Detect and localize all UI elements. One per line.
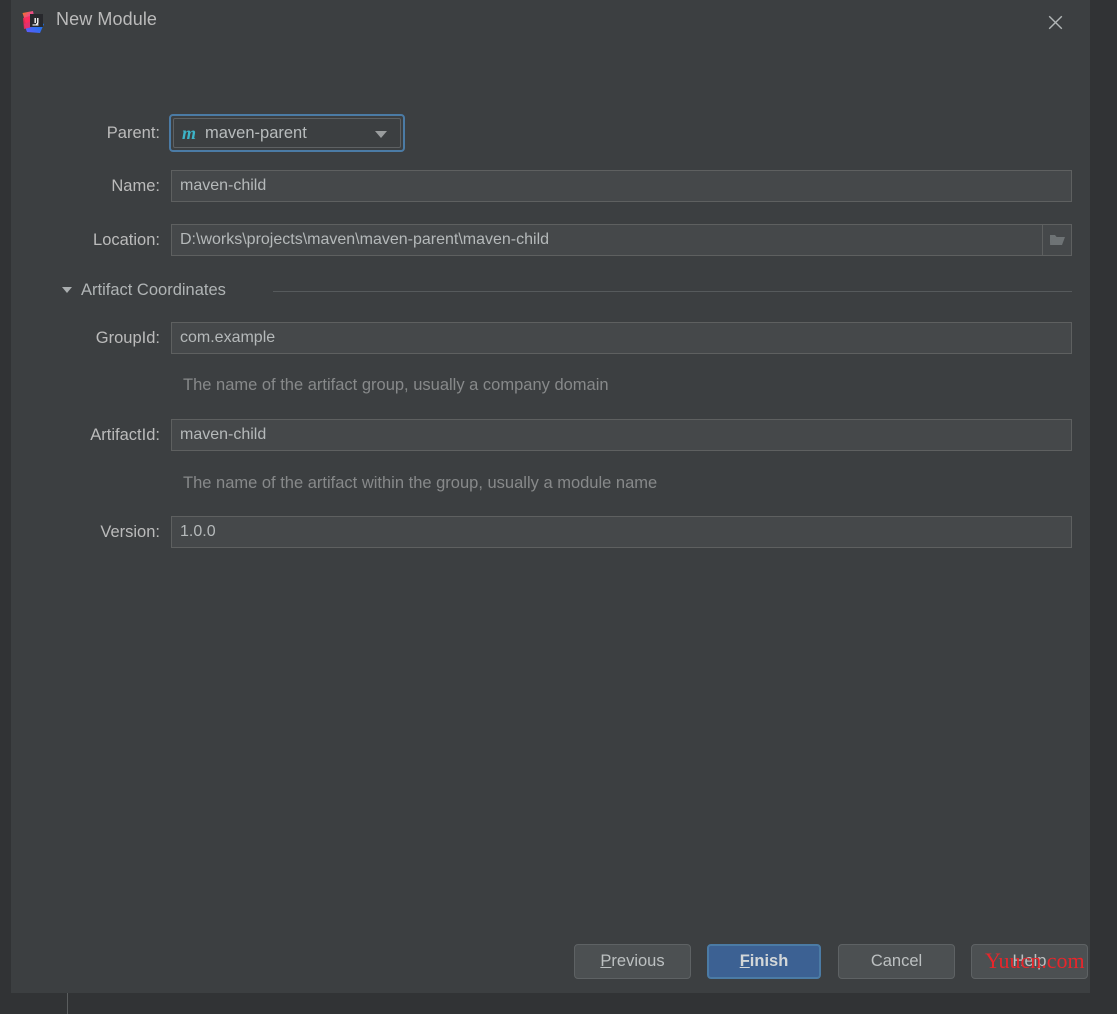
location-input[interactable]: D:\works\projects\maven\maven-parent\mav…	[171, 224, 1072, 256]
artifact-id-input[interactable]: maven-child	[171, 419, 1072, 451]
dialog-titlebar: IJ New Module	[11, 0, 1090, 45]
background-left-strip	[0, 0, 11, 1014]
artifact-coordinates-label: Artifact Coordinates	[81, 280, 226, 300]
cancel-button[interactable]: Cancel	[838, 944, 955, 979]
help-button[interactable]: Help	[971, 944, 1088, 979]
field-row-location: Location: D:\works\projects\maven\maven-…	[11, 224, 1090, 256]
previous-mnemonic: P	[600, 952, 611, 970]
name-input[interactable]: maven-child	[171, 170, 1072, 202]
field-row-group-id: GroupId: com.example	[11, 322, 1090, 354]
finish-button[interactable]: Finish	[707, 944, 821, 979]
screen-root: IJ New Module Parent: m maven-parent	[0, 0, 1117, 1014]
background-bottom-strip	[0, 993, 1117, 1014]
location-label: Location:	[11, 224, 160, 256]
group-id-label: GroupId:	[11, 322, 160, 354]
artifact-id-label: ArtifactId:	[11, 419, 160, 451]
section-divider	[273, 291, 1072, 292]
svg-text:IJ: IJ	[34, 17, 39, 25]
new-module-dialog: IJ New Module Parent: m maven-parent	[11, 0, 1090, 993]
previous-button-label-rest: revious	[611, 952, 664, 970]
artifact-coordinates-section-header: Artifact Coordinates	[11, 280, 1090, 300]
parent-label: Parent:	[11, 117, 160, 149]
parent-combobox[interactable]: m maven-parent	[169, 114, 405, 152]
dialog-title: New Module	[56, 9, 157, 30]
finish-mnemonic: F	[740, 952, 750, 970]
intellij-idea-icon: IJ	[21, 10, 46, 35]
name-label: Name:	[11, 170, 160, 202]
maven-icon: m	[182, 124, 196, 142]
parent-value: maven-parent	[205, 124, 307, 143]
group-id-hint: The name of the artifact group, usually …	[183, 376, 609, 395]
version-input[interactable]: 1.0.0	[171, 516, 1072, 548]
artifact-id-hint: The name of the artifact within the grou…	[183, 474, 657, 493]
finish-button-label-rest: inish	[750, 952, 789, 970]
field-row-parent: Parent: m maven-parent	[11, 117, 1090, 149]
background-right-strip	[1090, 0, 1117, 993]
background-bottom-divider	[67, 993, 68, 1014]
folder-icon[interactable]	[1042, 224, 1072, 256]
version-label: Version:	[11, 516, 160, 548]
group-id-input[interactable]: com.example	[171, 322, 1072, 354]
previous-button[interactable]: Previous	[574, 944, 691, 979]
triangle-down-icon[interactable]	[62, 287, 72, 293]
field-row-name: Name: maven-child	[11, 170, 1090, 202]
field-row-artifact-id: ArtifactId: maven-child	[11, 419, 1090, 451]
field-row-version: Version: 1.0.0	[11, 516, 1090, 548]
chevron-down-icon[interactable]	[375, 131, 387, 138]
dialog-footer: Previous Finish Cancel Help	[11, 931, 1090, 993]
close-icon[interactable]	[1038, 6, 1072, 38]
